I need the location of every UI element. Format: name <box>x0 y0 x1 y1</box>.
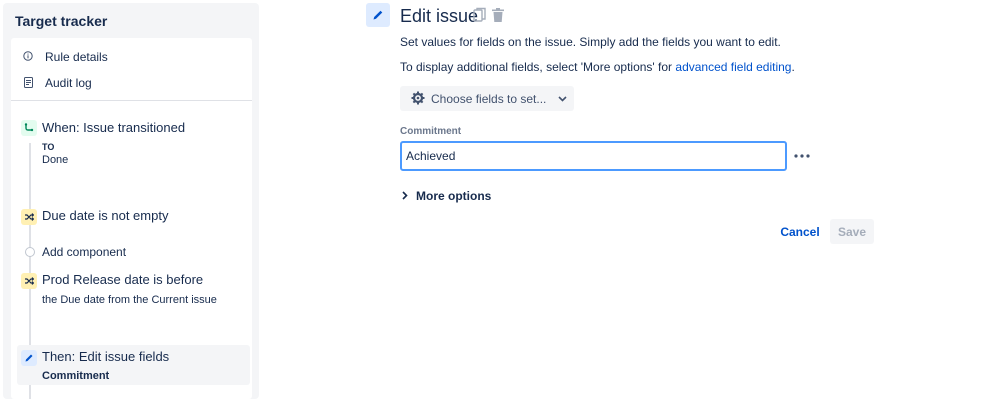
advanced-field-editing-link[interactable]: advanced field editing <box>675 60 791 74</box>
shuffle-icon <box>21 273 37 289</box>
flow-trigger[interactable]: When: Issue transitioned TO Done <box>11 120 252 170</box>
trash-icon[interactable] <box>491 7 505 23</box>
additional-fields-note: To display additional fields, select 'Mo… <box>400 60 795 74</box>
flow-trigger-title: When: Issue transitioned <box>42 120 186 135</box>
divider <box>11 100 252 101</box>
flow-condition-due-date[interactable]: Due date is not empty <box>11 208 252 228</box>
description: Set values for fields on the issue. Simp… <box>400 35 781 49</box>
shuffle-icon <box>21 209 37 225</box>
rule-card: Rule details Audit log When: Issue trans… <box>11 38 252 399</box>
gear-icon <box>411 91 425 107</box>
cancel-button[interactable]: Cancel <box>775 219 825 244</box>
flow-condition-prod-release-subtitle: the Due date from the Current issue <box>42 294 217 306</box>
transition-icon <box>21 120 37 136</box>
flow-action-subtitle: Commitment <box>42 370 110 382</box>
nav-rule-details[interactable]: Rule details <box>23 50 108 64</box>
pencil-icon <box>21 350 37 366</box>
nav-audit-log[interactable]: Audit log <box>23 76 92 90</box>
page-title: Edit issue <box>400 6 479 26</box>
additional-fields-prefix: To display additional fields, select 'Mo… <box>400 60 676 74</box>
rule-sidebar: Target tracker Rule details Audit log Wh… <box>3 3 259 399</box>
nav-audit-log-label: Audit log <box>45 76 92 90</box>
document-icon <box>23 77 33 89</box>
more-options-toggle[interactable]: More options <box>402 189 491 203</box>
more-options-label: More options <box>416 189 492 203</box>
nav-rule-details-label: Rule details <box>45 50 108 64</box>
add-component[interactable]: Add component <box>11 245 252 261</box>
flow-condition-prod-release-title: Prod Release date is before <box>42 272 204 287</box>
more-actions-icon[interactable] <box>794 146 810 162</box>
commitment-field-label: Commitment <box>400 126 462 137</box>
copy-icon[interactable] <box>473 7 487 23</box>
choose-fields-button[interactable]: Choose fields to set... <box>400 86 574 111</box>
flow-trigger-to-value: Done <box>42 154 69 166</box>
flow-action-title: Then: Edit issue fields <box>42 349 170 364</box>
choose-fields-label: Choose fields to set... <box>431 91 547 106</box>
save-button[interactable]: Save <box>830 219 874 244</box>
flow-condition-prod-release[interactable]: Prod Release date is before the Due date… <box>11 272 252 308</box>
flow-condition-due-date-title: Due date is not empty <box>42 208 169 223</box>
info-icon <box>23 51 33 63</box>
add-component-label: Add component <box>42 245 127 259</box>
pencil-icon <box>366 3 390 27</box>
flow-action-edit-issue[interactable]: Then: Edit issue fields Commitment <box>11 349 252 383</box>
chevron-down-icon <box>558 94 567 104</box>
chevron-right-icon <box>402 190 408 202</box>
add-dot-icon <box>25 247 35 257</box>
commitment-field[interactable] <box>400 141 787 171</box>
rule-title: Target tracker <box>15 13 108 29</box>
additional-fields-suffix: . <box>791 60 795 74</box>
flow-trigger-to-label: TO <box>42 142 55 152</box>
